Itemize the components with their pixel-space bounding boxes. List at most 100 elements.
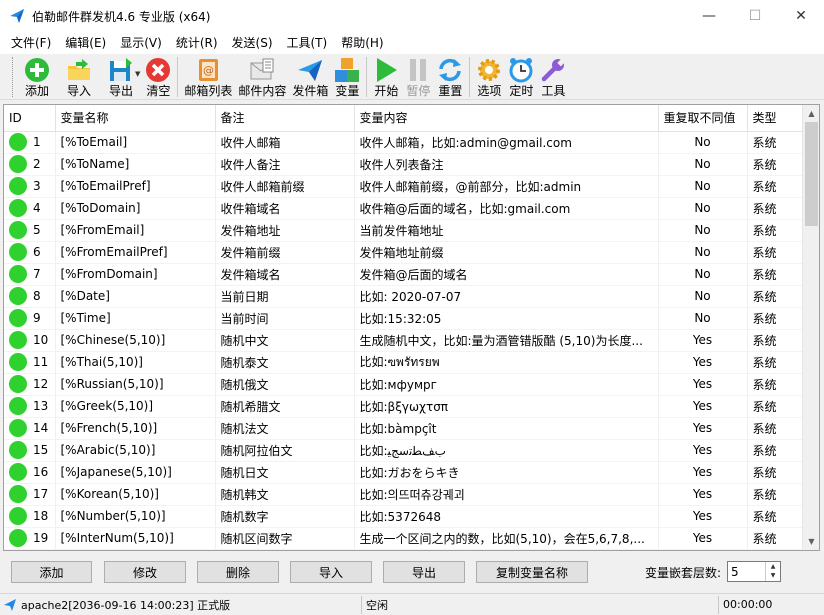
- row-id: 3: [33, 179, 41, 193]
- row-id: 14: [33, 421, 49, 435]
- toolbar-variables-button[interactable]: 变量: [331, 54, 363, 98]
- column-header-repeat[interactable]: 重复取不同值: [658, 105, 748, 132]
- row-id: 1: [33, 135, 41, 149]
- toolbar-sender-button[interactable]: 发件箱: [289, 54, 331, 98]
- cell-id: 19: [4, 527, 56, 550]
- table-row[interactable]: 12 [%Russian(5,10)] 随机俄文 比如:мфумрг Yes 系统: [4, 373, 804, 396]
- column-header-content[interactable]: 变量内容: [354, 105, 659, 132]
- modify-button[interactable]: 修改: [104, 561, 186, 583]
- toolbar-separator: [177, 57, 179, 97]
- cell-note: 随机俄文: [215, 373, 355, 396]
- spin-up-arrow[interactable]: ▲: [766, 562, 780, 571]
- table-row[interactable]: 4 [%ToDomain] 收件箱域名 收件箱@后面的域名，比如:gmail.com N…: [4, 197, 804, 220]
- export-dropdown-arrow[interactable]: ▼: [135, 70, 140, 78]
- menu-view[interactable]: 显示(V): [113, 32, 169, 54]
- toolbar-add-button[interactable]: 添加: [21, 54, 53, 98]
- status-dot-icon: [9, 199, 27, 217]
- nest-depth-spinner[interactable]: ▲ ▼: [727, 561, 781, 582]
- table-row[interactable]: 15 [%Arabic(5,10)] 随机阿拉伯文 比如:ﺏﻒﻄﺗﺳﺞﻴ Yes 系统: [4, 439, 804, 462]
- cell-note: 随机区间数字: [215, 527, 355, 550]
- cell-content: 比如:ฃพรัทรยพ: [354, 351, 659, 374]
- toolbar-start-button[interactable]: 开始: [370, 54, 402, 98]
- status-dot-icon: [9, 331, 27, 349]
- cell-type: 系统: [747, 131, 804, 154]
- cell-repeat: No: [658, 175, 748, 198]
- variables-table: ID 变量名称 备注 变量内容 重复取不同值 类型 1 [%ToEmail] 收件人…: [3, 104, 820, 551]
- table-row[interactable]: 8 [%Date] 当前日期 比如: 2020-07-07 No 系统: [4, 285, 804, 308]
- import-button[interactable]: 导入: [290, 561, 372, 583]
- table-row[interactable]: 10 [%Chinese(5,10)] 随机中文 生成随机中文，比如:量为酒管错版酷 …: [4, 329, 804, 352]
- cell-id: 4: [4, 197, 56, 220]
- menu-file[interactable]: 文件(F): [4, 32, 58, 54]
- cell-content: 比如:ﺏﻒﻄﺗﺳﺞﻴ: [354, 439, 659, 462]
- cell-note: 随机韩文: [215, 483, 355, 506]
- spin-down-arrow[interactable]: ▼: [766, 571, 780, 580]
- table-row[interactable]: 19 [%InterNum(5,10)] 随机区间数字 生成一个区间之内的数，比如(5…: [4, 527, 804, 550]
- table-row[interactable]: 7 [%FromDomain] 发件箱域名 发件箱@后面的域名 No 系统: [4, 263, 804, 286]
- table-row[interactable]: 16 [%Japanese(5,10)] 随机日文 比如:ガおをらキき Yes 系统: [4, 461, 804, 484]
- cell-name: [%FromDomain]: [55, 263, 216, 286]
- scroll-thumb[interactable]: [805, 122, 818, 226]
- nest-depth-input[interactable]: [728, 562, 764, 581]
- table-row[interactable]: 2 [%ToName] 收件人备注 收件人列表备注 No 系统: [4, 153, 804, 176]
- cell-repeat: Yes: [658, 439, 748, 462]
- table-row[interactable]: 3 [%ToEmailPref] 收件人邮箱前缀 收件人邮箱前缀，@前部分，比如:ad…: [4, 175, 804, 198]
- menu-stats[interactable]: 统计(R): [169, 32, 225, 54]
- close-button[interactable]: ✕: [778, 0, 824, 32]
- blocks-icon: [335, 58, 360, 82]
- cell-note: 随机法文: [215, 417, 355, 440]
- cell-name: [%ToEmail]: [55, 131, 216, 154]
- toolbar-mail-list-button[interactable]: @ 邮箱列表: [181, 54, 235, 98]
- cell-name: [%ToEmailPref]: [55, 175, 216, 198]
- cell-note: 发件箱地址: [215, 219, 355, 242]
- table-row[interactable]: 18 [%Number(5,10)] 随机数字 比如:5372648 Yes 系统: [4, 505, 804, 528]
- cell-type: 系统: [747, 219, 804, 242]
- toolbar-separator: [469, 57, 471, 97]
- cell-name: [%InterNum(5,10)]: [55, 527, 216, 550]
- status-dot-icon: [9, 507, 27, 525]
- toolbar-pause-button[interactable]: 暂停: [402, 54, 434, 98]
- table-row[interactable]: 11 [%Thai(5,10)] 随机泰文 比如:ฃพรัทรยพ Yes 系统: [4, 351, 804, 374]
- toolbar-timer-button[interactable]: 定时: [505, 54, 537, 98]
- toolbar-options-button[interactable]: 选项: [473, 54, 505, 98]
- export-button[interactable]: 导出: [383, 561, 465, 583]
- table-row[interactable]: 1 [%ToEmail] 收件人邮箱 收件人邮箱，比如:admin@gmail.com…: [4, 131, 804, 154]
- column-header-id[interactable]: ID: [4, 105, 56, 132]
- table-row[interactable]: 17 [%Korean(5,10)] 随机韩文 比如:의뜨떠츄강궤괴 Yes 系统: [4, 483, 804, 506]
- row-id: 5: [33, 223, 41, 237]
- scroll-down-arrow[interactable]: ▼: [803, 533, 819, 550]
- column-header-name[interactable]: 变量名称: [55, 105, 216, 132]
- column-header-type[interactable]: 类型: [747, 105, 804, 132]
- table-row[interactable]: 5 [%FromEmail] 发件箱地址 当前发件箱地址 No 系统: [4, 219, 804, 242]
- status-dot-icon: [9, 265, 27, 283]
- maximize-button[interactable]: ☐: [732, 0, 778, 32]
- row-id: 2: [33, 157, 41, 171]
- toolbar-mail-content-button[interactable]: 邮件内容: [235, 54, 289, 98]
- toolbar-reset-button[interactable]: 重置: [434, 54, 466, 98]
- toolbar-grip[interactable]: [12, 57, 15, 97]
- menu-send[interactable]: 发送(S): [225, 32, 280, 54]
- status-dot-icon: [9, 309, 27, 327]
- cell-content: 比如:мфумрг: [354, 373, 659, 396]
- toolbar-import-button[interactable]: 导入: [63, 54, 95, 98]
- table-row[interactable]: 14 [%French(5,10)] 随机法文 比如:bàmpçît Yes 系统: [4, 417, 804, 440]
- row-id: 12: [33, 377, 49, 391]
- add-button[interactable]: 添加: [11, 561, 92, 583]
- toolbar-clear-button[interactable]: 清空: [142, 54, 174, 98]
- menu-help[interactable]: 帮助(H): [334, 32, 390, 54]
- menu-edit[interactable]: 编辑(E): [58, 32, 113, 54]
- status-dot-icon: [9, 155, 27, 173]
- table-row[interactable]: 13 [%Greek(5,10)] 随机希腊文 比如:βξγωχτσπ Yes 系统: [4, 395, 804, 418]
- minimize-button[interactable]: —: [686, 0, 732, 32]
- menu-tools[interactable]: 工具(T): [280, 32, 335, 54]
- table-row[interactable]: 6 [%FromEmailPref] 发件箱前缀 发件箱地址前缀 No 系统: [4, 241, 804, 264]
- vertical-scrollbar[interactable]: ▲ ▼: [802, 105, 819, 550]
- table-row[interactable]: 9 [%Time] 当前时间 比如:15:32:05 No 系统: [4, 307, 804, 330]
- scroll-up-arrow[interactable]: ▲: [803, 105, 819, 122]
- column-header-note[interactable]: 备注: [215, 105, 355, 132]
- toolbar-tools-button[interactable]: 工具: [537, 54, 569, 98]
- status-dot-icon: [9, 463, 27, 481]
- delete-button[interactable]: 删除: [197, 561, 279, 583]
- copy-variable-name-button[interactable]: 复制变量名称: [476, 561, 588, 583]
- toolbar-export-button[interactable]: 导出: [105, 54, 137, 98]
